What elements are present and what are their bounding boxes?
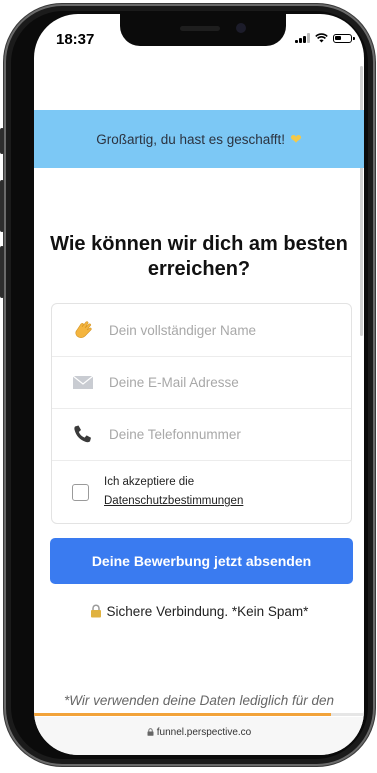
email-field[interactable]: Deine E-Mail Adresse xyxy=(52,356,351,409)
success-banner: Großartig, du hast es geschafft! ❤ xyxy=(34,110,364,168)
secure-connection-note: Sichere Verbindung. *Kein Spam* xyxy=(34,604,364,619)
camera-icon xyxy=(236,23,246,33)
yellow-heart-icon: ❤ xyxy=(290,130,302,147)
speaker-grille xyxy=(180,26,220,31)
signal-icon xyxy=(295,33,310,43)
page-title-line2: erreichen? xyxy=(147,258,251,280)
privacy-consent: Ich akzeptiere die Datenschutzbestimmung… xyxy=(52,462,351,524)
name-field[interactable]: Dein vollständiger Name xyxy=(52,304,351,357)
side-button-volume-down xyxy=(0,246,4,298)
name-placeholder: Dein vollständiger Name xyxy=(109,322,257,338)
phone-screen: 18:37 Großartig, du hast es geschafft! ❤… xyxy=(34,14,364,755)
waving-hand-icon xyxy=(75,321,92,339)
phone-icon xyxy=(74,425,91,443)
side-button-volume-up xyxy=(0,180,4,232)
privacy-checkbox[interactable] xyxy=(72,484,89,501)
status-icons xyxy=(295,33,355,43)
privacy-policy-link[interactable]: Datenschutzbestimmungen xyxy=(104,495,243,507)
phone-placeholder: Deine Telefonnummer xyxy=(109,426,241,442)
lock-icon xyxy=(90,604,101,618)
consent-text: Ich akzeptiere die xyxy=(104,476,195,488)
url-text: funnel.perspective.co xyxy=(156,727,252,738)
scrollbar[interactable] xyxy=(360,66,363,336)
browser-address-bar[interactable]: funnel.perspective.co xyxy=(34,717,364,755)
secure-text: Sichere Verbindung. *Kein Spam* xyxy=(106,604,309,619)
contact-form: Dein vollständiger Name Deine E-Mail Adr… xyxy=(51,303,352,524)
submit-application-button[interactable]: Deine Bewerbung jetzt absenden xyxy=(50,538,353,584)
progress-bar xyxy=(34,713,364,716)
url-display: funnel.perspective.co xyxy=(34,727,364,738)
banner-text: Großartig, du hast es geschafft! xyxy=(96,131,286,147)
envelope-icon xyxy=(72,375,94,389)
phone-field[interactable]: Deine Telefonnummer xyxy=(52,408,351,461)
page-title-line1: Wie können wir dich am besten xyxy=(50,233,348,255)
email-placeholder: Deine E-Mail Adresse xyxy=(109,374,239,390)
battery-icon xyxy=(333,33,355,43)
wifi-icon xyxy=(315,33,328,43)
side-button-silent xyxy=(0,128,4,154)
page-title: Wie können wir dich am besten erreichen? xyxy=(34,232,364,282)
progress-fill xyxy=(34,713,331,716)
status-time: 18:37 xyxy=(56,31,95,48)
notch xyxy=(120,14,286,46)
data-usage-footnote: *Wir verwenden deine Daten lediglich für… xyxy=(63,693,335,708)
lock-icon xyxy=(147,728,154,736)
